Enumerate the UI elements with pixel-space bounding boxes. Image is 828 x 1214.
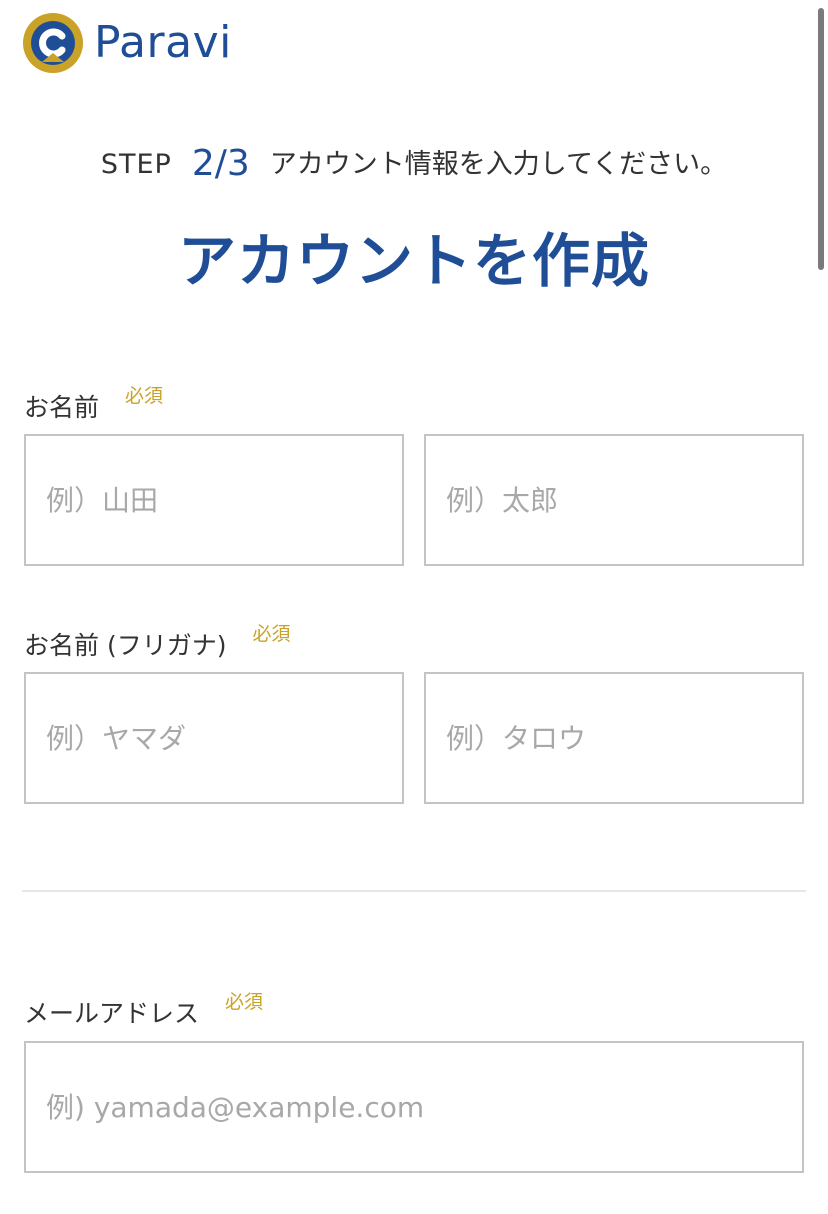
scrollbar[interactable] [818, 8, 824, 270]
step-label: STEP [100, 149, 172, 180]
name-field-label: お名前 必須 [24, 378, 163, 426]
step-instruction: アカウント情報を入力してください。 [269, 149, 728, 180]
first-name-input[interactable] [424, 434, 804, 566]
paravi-logo[interactable]: Paravi [22, 12, 232, 74]
page-title: アカウントを作成 [177, 227, 650, 295]
section-divider [22, 890, 806, 892]
required-badge: 必須 [225, 991, 264, 1013]
email-label-text: メールアドレス [24, 999, 200, 1028]
last-name-kana-input[interactable] [24, 672, 404, 804]
first-name-kana-input[interactable] [424, 672, 804, 804]
brand-name: Paravi [94, 17, 232, 68]
name-kana-label-text: お名前 (フリガナ) [24, 631, 227, 660]
email-field-label: メールアドレス 必須 [24, 984, 263, 1032]
required-badge: 必須 [125, 385, 164, 407]
name-label-text: お名前 [24, 393, 100, 422]
step-indicator: STEP 2/3 アカウント情報を入力してください。 [0, 140, 828, 189]
required-badge: 必須 [252, 623, 291, 645]
step-number: 2/3 [191, 143, 250, 184]
paravi-logo-icon [23, 13, 83, 73]
email-input[interactable] [24, 1041, 804, 1173]
name-kana-field-label: お名前 (フリガナ) 必須 [24, 616, 290, 664]
last-name-input[interactable] [24, 434, 404, 566]
